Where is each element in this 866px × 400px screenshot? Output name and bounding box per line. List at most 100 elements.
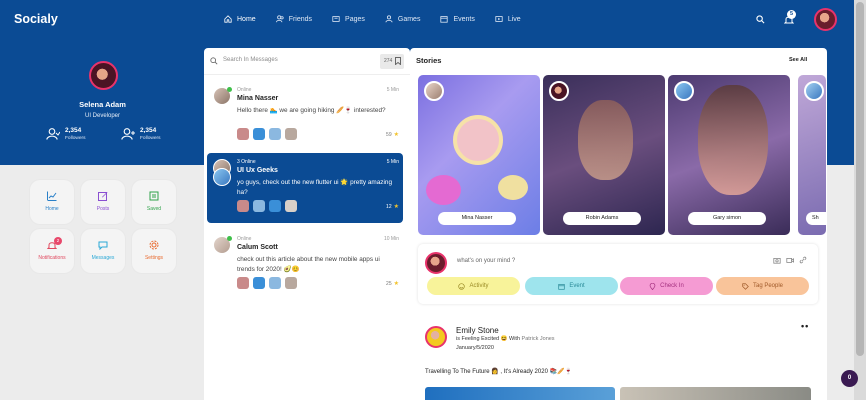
- story-name: Mina Nasser: [438, 212, 516, 225]
- event-label: Event: [569, 283, 585, 289]
- see-all-link[interactable]: See All: [789, 57, 807, 63]
- post-image[interactable]: [425, 387, 615, 400]
- tile-saved-label: Saved: [146, 206, 162, 212]
- post-menu-button[interactable]: ••: [801, 321, 809, 331]
- tile-messages-label: Messages: [91, 255, 115, 261]
- nav-friends-label: Friends: [288, 15, 313, 23]
- edit-icon: [98, 192, 108, 201]
- profile-role: UI Developer: [84, 113, 120, 119]
- post-text: Travelling To The Future 👩 , It's Alread…: [425, 369, 572, 375]
- story-card[interactable]: Sh: [798, 75, 826, 235]
- add-user-icon: [121, 128, 135, 140]
- story-card[interactable]: Gary simon: [668, 75, 790, 235]
- activity-button[interactable]: Activity: [427, 277, 520, 295]
- online-indicator: [227, 87, 232, 92]
- participant-avatar: [285, 200, 297, 212]
- event-button[interactable]: Event: [525, 277, 618, 295]
- story-avatar: [804, 81, 824, 101]
- story-card[interactable]: Mina Nasser: [418, 75, 540, 235]
- tile-notifications[interactable]: 2 Notifications: [30, 229, 74, 273]
- floating-action-button[interactable]: 0: [841, 370, 858, 387]
- tag-people-label: Tag People: [752, 283, 784, 289]
- participant-avatar: [237, 277, 249, 289]
- story-card[interactable]: Robin Adams: [543, 75, 665, 235]
- tile-notifications-label: Notifications: [38, 255, 66, 261]
- conversation-item[interactable]: Online 10 Min Calum Scott check out this…: [207, 230, 403, 300]
- conversation-name: Mina Nasser: [237, 95, 279, 102]
- post-image[interactable]: [620, 387, 811, 400]
- search-icon[interactable]: [756, 15, 765, 24]
- participant-avatar: [285, 128, 297, 140]
- story-name: Robin Adams: [563, 212, 641, 225]
- nav-home[interactable]: Home: [224, 15, 256, 23]
- post-author-avatar[interactable]: [425, 326, 447, 348]
- participant-avatar: [285, 277, 297, 289]
- compose-input[interactable]: what's on your mind ?: [457, 258, 515, 264]
- brand-logo[interactable]: Socialy: [14, 12, 58, 26]
- star-icon: ★: [393, 204, 399, 210]
- participant-avatar: [237, 128, 249, 140]
- post-feeling: is Feeling Excited 😆 With Patrick Jones: [456, 336, 555, 342]
- check-in-label: Check In: [660, 283, 684, 289]
- conversation-preview: check out this article about the new mob…: [237, 256, 380, 273]
- notification-count-badge: 5: [787, 10, 796, 19]
- user-avatar[interactable]: [814, 8, 837, 31]
- post-feeling-text: is Feeling Excited 😆 With: [456, 336, 521, 342]
- person-photo: [698, 85, 768, 195]
- tile-home[interactable]: Home: [30, 180, 74, 224]
- compose-box: [418, 244, 818, 304]
- check-in-button[interactable]: Check In: [620, 277, 713, 295]
- tile-posts[interactable]: Posts: [81, 180, 125, 224]
- bookmark-icon: [395, 57, 401, 65]
- conversation-item-active[interactable]: 3 Online 5 Min UI Ux Geeks yo guys, chec…: [207, 153, 403, 223]
- nav-home-label: Home: [237, 15, 256, 23]
- tile-saved[interactable]: Saved: [132, 180, 176, 224]
- conversation-status: Online: [237, 87, 252, 93]
- post-tagged-user[interactable]: Patrick Jones: [522, 336, 555, 342]
- video-icon[interactable]: [786, 256, 794, 264]
- conversation-preview: yo guys, check out the new flutter ui 🌟 …: [237, 179, 393, 196]
- profile-name: Selena Adam: [79, 100, 126, 109]
- nav-games-label: Games: [397, 15, 421, 23]
- page-scrollbar-thumb[interactable]: [856, 2, 864, 356]
- story-avatar: [424, 81, 444, 101]
- camera-icon[interactable]: [773, 256, 781, 264]
- tile-settings[interactable]: Settings: [132, 229, 176, 273]
- post-date: January/5/2020: [456, 345, 494, 351]
- home-icon: [224, 15, 232, 23]
- conversation-time: 5 Min: [386, 87, 399, 93]
- message-count-button[interactable]: 274: [380, 54, 404, 69]
- tile-messages[interactable]: Messages: [81, 229, 125, 273]
- read-count-value: 59: [386, 131, 392, 138]
- nav-live[interactable]: Live: [495, 15, 521, 23]
- party-decoration: [498, 175, 528, 200]
- read-count: 25 ★: [386, 280, 399, 288]
- tag-people-button[interactable]: Tag People: [716, 277, 809, 295]
- star-icon: ★: [393, 132, 399, 138]
- nav-events[interactable]: Events: [440, 15, 475, 23]
- story-name: Sh: [806, 212, 826, 225]
- message-search[interactable]: Search In Messages: [206, 53, 406, 70]
- gear-icon: [149, 240, 159, 250]
- conversation-name: Calum Scott: [237, 244, 278, 251]
- nav-games[interactable]: Games: [385, 15, 421, 23]
- compose-avatar: [425, 252, 447, 274]
- followers-count-left: 2,354: [65, 127, 82, 134]
- conversation-item[interactable]: Online 5 Min Mina Nasser Hello there 🏊 w…: [207, 81, 403, 151]
- notifications-badge: 2: [54, 237, 62, 245]
- chat-icon: [98, 241, 108, 250]
- message-count: 274: [384, 58, 393, 64]
- profile-avatar[interactable]: [89, 61, 118, 90]
- nav-friends[interactable]: Friends: [275, 15, 313, 23]
- followers-stat-left[interactable]: 2,354 Followers: [46, 127, 86, 141]
- live-icon: [495, 16, 503, 22]
- post-author-name[interactable]: Emily Stone: [456, 326, 499, 335]
- followers-count-right: 2,354: [140, 127, 157, 134]
- message-search-placeholder: Search In Messages: [223, 57, 278, 63]
- link-icon[interactable]: [799, 256, 807, 264]
- participant-avatar: [269, 128, 281, 140]
- followers-stat-right[interactable]: 2,354 Followers: [121, 127, 161, 141]
- conversation-status: Online: [237, 236, 252, 242]
- person-photo: [578, 100, 633, 180]
- nav-pages[interactable]: Pages: [332, 15, 365, 23]
